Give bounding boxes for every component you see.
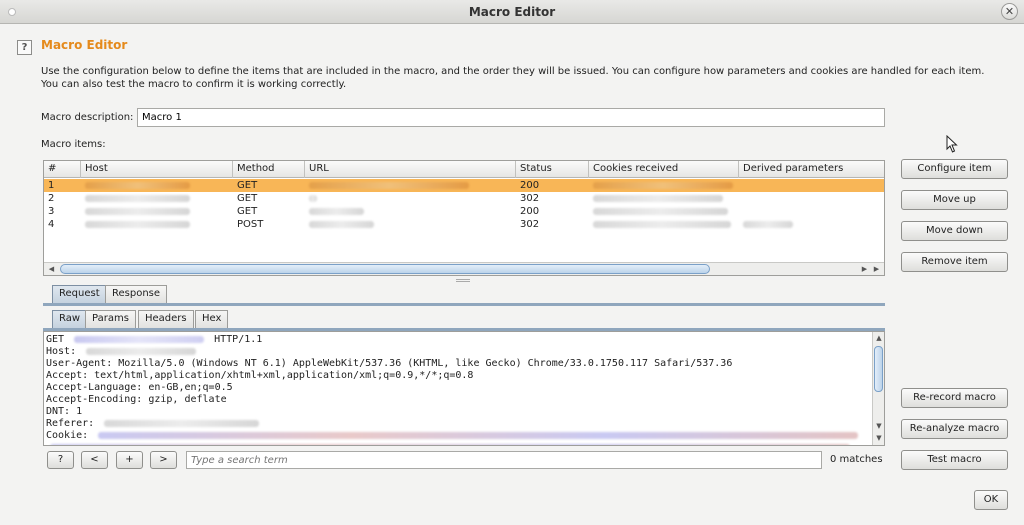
table-row[interactable]: 3 GET 200 [44,205,884,218]
row-host-redacted [81,192,233,205]
move-down-button[interactable]: Move down [901,221,1008,241]
column-header-status[interactable]: Status [516,161,589,178]
referer-header-line: Referer: [46,418,263,430]
row-url-redacted [305,192,516,205]
row-method: GET [237,206,258,217]
column-header-url[interactable]: URL [305,161,516,178]
configure-item-button[interactable]: Configure item [901,159,1008,179]
column-header-cookies-received[interactable]: Cookies received [589,161,739,178]
ok-button[interactable]: OK [974,490,1008,510]
row-number: 1 [48,180,55,191]
row-host-redacted [81,179,233,192]
column-header-number[interactable]: # [44,161,81,178]
dnt-header-line: DNT: 1 [46,406,83,417]
request-vertical-scrollbar[interactable]: ▲ ▼ ▼ [872,332,884,445]
macro-description-label: Macro description: [41,112,134,123]
remove-item-button[interactable]: Remove item [901,252,1008,272]
row-url-redacted [305,179,516,192]
row-cookies-redacted [589,179,739,192]
scroll-down-icon[interactable]: ▼ [874,421,884,432]
row-number: 2 [48,193,55,204]
scroll-left-icon[interactable]: ◀ [46,264,57,274]
row-cookies-redacted [589,192,739,205]
scroll-up-icon[interactable]: ▲ [874,333,884,344]
row-status: 302 [520,193,540,204]
page-title: Macro Editor [41,38,128,52]
row-url-redacted [305,205,516,218]
macro-items-table: # Host Method URL Status Cookies receive… [43,160,885,276]
column-header-method[interactable]: Method [233,161,305,178]
accept-encoding-header-line: Accept-Encoding: gzip, deflate [46,394,227,405]
search-input[interactable] [186,451,822,469]
search-next-button[interactable]: > [150,451,177,469]
table-row[interactable]: 2 GET 302 [44,192,884,205]
macro-description-input[interactable] [137,108,885,127]
user-agent-header-line: User-Agent: Mozilla/5.0 (Windows NT 6.1)… [46,358,733,369]
tab-response[interactable]: Response [105,285,168,303]
row-host-redacted [81,205,233,218]
splitter-handle[interactable] [456,279,470,282]
scrollbar-thumb[interactable] [60,264,710,274]
row-url-redacted [305,218,516,231]
row-host-redacted [81,218,233,231]
row-cookies-redacted [589,205,739,218]
table-row[interactable]: 4 POST 302 [44,218,884,231]
row-number: 4 [48,219,55,230]
row-status: 200 [520,206,540,217]
search-previous-button[interactable]: < [81,451,108,469]
mouse-cursor-icon [946,135,958,153]
tab-params[interactable]: Params [85,310,136,328]
tab-request[interactable]: Request [52,285,107,303]
table-header: # Host Method URL Status Cookies receive… [44,161,884,178]
column-header-host[interactable]: Host [81,161,233,178]
description-text: Use the configuration below to define th… [41,66,985,90]
search-add-button[interactable]: + [116,451,143,469]
row-cookies-redacted [589,218,739,231]
row-status: 302 [520,219,540,230]
tab-hex[interactable]: Hex [195,310,229,328]
row-number: 3 [48,206,55,217]
table-row[interactable]: 1 GET 200 [44,179,884,192]
window-title: Macro Editor [468,5,556,19]
accept-language-header-line: Accept-Language: en-GB,en;q=0.5 [46,382,233,393]
close-icon[interactable]: ✕ [1001,3,1018,20]
tab-headers[interactable]: Headers [138,310,194,328]
scroll-right-icon[interactable]: ▶ [859,264,870,274]
accept-header-line: Accept: text/html,application/xhtml+xml,… [46,370,474,381]
test-macro-button[interactable]: Test macro [901,450,1008,470]
scroll-right-end-icon[interactable]: ▶ [871,264,882,274]
raw-request-editor[interactable]: GET HTTP/1.1 Host: User-Agent: Mozilla/5… [43,331,885,446]
help-icon[interactable]: ? [17,40,32,55]
cookie-header-line: Cookie: [46,430,862,442]
scrollbar-thumb[interactable] [874,346,883,392]
request-line: GET HTTP/1.1 [46,334,263,345]
search-matches-count: 0 matches [830,454,883,465]
column-header-derived-parameters[interactable]: Derived parameters [739,161,884,178]
macro-items-label: Macro items: [41,139,106,150]
row-method: POST [237,219,264,230]
row-derived-redacted [739,218,884,231]
table-horizontal-scrollbar[interactable]: ◀ ▶ ▶ [44,262,884,275]
rerecord-macro-button[interactable]: Re-record macro [901,388,1008,408]
tab-raw[interactable]: Raw [52,310,88,328]
search-help-button[interactable]: ? [47,451,74,469]
tab-rule [43,303,885,306]
cookie-continuation-line [46,442,854,445]
reanalyze-macro-button[interactable]: Re-analyze macro [901,419,1008,439]
window-titlebar: Macro Editor ✕ [0,0,1024,24]
row-method: GET [237,180,258,191]
host-header-line: Host: [46,346,200,358]
row-status: 200 [520,180,540,191]
row-method: GET [237,193,258,204]
move-up-button[interactable]: Move up [901,190,1008,210]
scroll-down-end-icon[interactable]: ▼ [874,433,884,444]
